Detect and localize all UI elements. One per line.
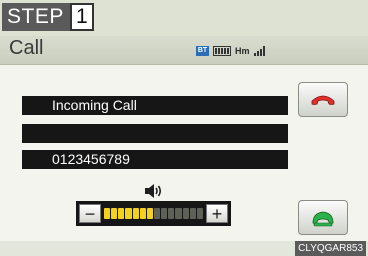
- bluetooth-icon: BT: [196, 45, 209, 56]
- volume-segment: [161, 208, 168, 219]
- volume-segment: [168, 208, 175, 219]
- phone-answer-icon: [312, 211, 334, 226]
- volume-segment: [196, 208, 203, 219]
- battery-icon: [213, 45, 231, 56]
- top-bar: STEP 1: [0, 0, 368, 36]
- volume-segment: [111, 208, 118, 219]
- volume-segment: [182, 208, 189, 219]
- page-title: Call: [9, 37, 44, 59]
- call-status-field: Incoming Call: [22, 96, 288, 115]
- phone-hangup-icon: [311, 95, 335, 105]
- volume-up-button[interactable]: +: [206, 204, 228, 223]
- speaker-icon: [145, 184, 162, 198]
- volume-segment: [118, 208, 125, 219]
- caller-name-field: [22, 124, 288, 143]
- volume-segment: [132, 208, 139, 219]
- answer-button[interactable]: [298, 200, 348, 235]
- hangup-button[interactable]: [298, 82, 348, 117]
- volume-segment: [175, 208, 182, 219]
- volume-control: − +: [76, 201, 231, 226]
- step-number: 1: [69, 3, 94, 31]
- screen-header: Call BT Hm: [0, 36, 368, 65]
- phone-number-field: 0123456789: [22, 150, 288, 169]
- volume-segment: [139, 208, 146, 219]
- volume-down-button[interactable]: −: [79, 204, 101, 223]
- volume-segment: [104, 208, 111, 219]
- step-indicator: STEP 1: [2, 3, 94, 31]
- volume-level-bar[interactable]: [104, 207, 203, 220]
- carrier-label: Hm: [235, 45, 250, 56]
- volume-segment: [146, 208, 153, 219]
- volume-segment: [153, 208, 161, 219]
- figure-code: CLYQGAR853: [295, 241, 366, 256]
- step-label: STEP: [2, 3, 70, 31]
- volume-segment: [125, 208, 132, 219]
- signal-icon: [253, 45, 265, 56]
- volume-segment: [189, 208, 196, 219]
- status-bar: BT Hm: [196, 45, 265, 56]
